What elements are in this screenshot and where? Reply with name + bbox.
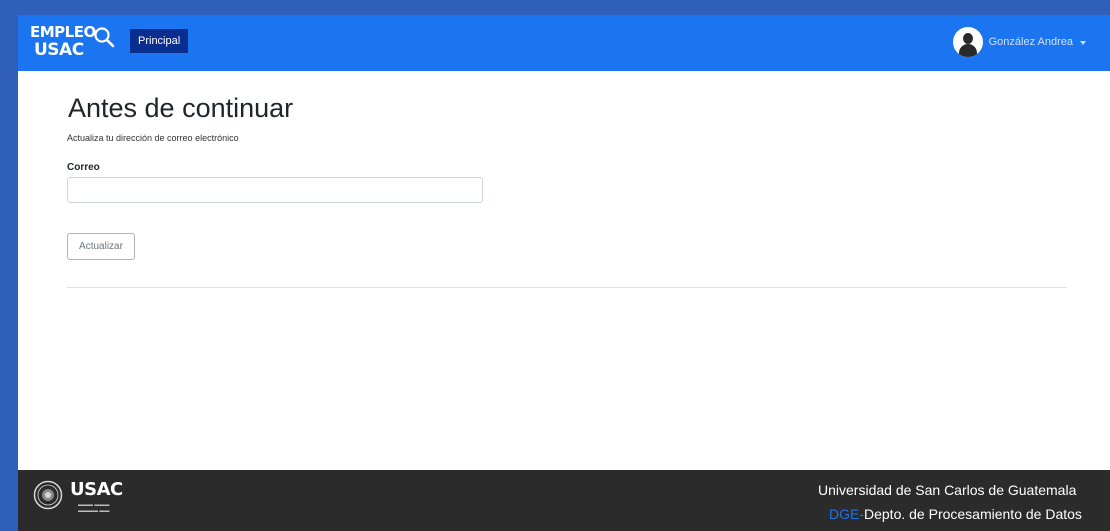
avatar-icon[interactable] [952,27,983,57]
footer-university: Universidad de San Carlos de Guatemala [818,482,1077,498]
footer-brand-subtext: ▬▬▬ ▬▬▬ ▬▬▬▬ ▬▬ [78,502,110,514]
section-divider [67,287,1067,288]
usac-seal-icon [33,480,63,510]
user-menu[interactable]: González Andrea [952,26,1086,58]
top-navbar: EMPLEO USAC Principal González Andrea [18,15,1110,71]
nav-principal-link[interactable]: Principal [130,29,189,53]
footer-department-text: Depto. de Procesamiento de Datos [864,506,1082,522]
email-field[interactable] [67,177,483,203]
page-subtitle: Actualiza tu dirección de correo electró… [67,133,239,143]
logo-line-2: USAC [34,40,84,60]
footer-department: DGE-Depto. de Procesamiento de Datos [829,506,1082,522]
footer-dge-link[interactable]: DGE- [829,506,864,522]
update-button[interactable]: Actualizar [67,233,135,260]
email-label: Correo [67,162,100,173]
logo-line-1: EMPLEO [30,23,96,41]
page-footer: USAC ▬▬▬ ▬▬▬ ▬▬▬▬ ▬▬ Universidad de San C… [18,470,1110,531]
empleo-usac-logo[interactable]: EMPLEO USAC [30,23,120,63]
page-title: Antes de continuar [68,93,294,123]
caret-down-icon[interactable] [1080,40,1086,45]
footer-brand: USAC [70,479,123,500]
user-name[interactable]: González Andrea [989,36,1073,48]
magnifier-icon [94,27,115,48]
browser-viewport: EMPLEO USAC Principal González Andrea An… [18,15,1110,531]
